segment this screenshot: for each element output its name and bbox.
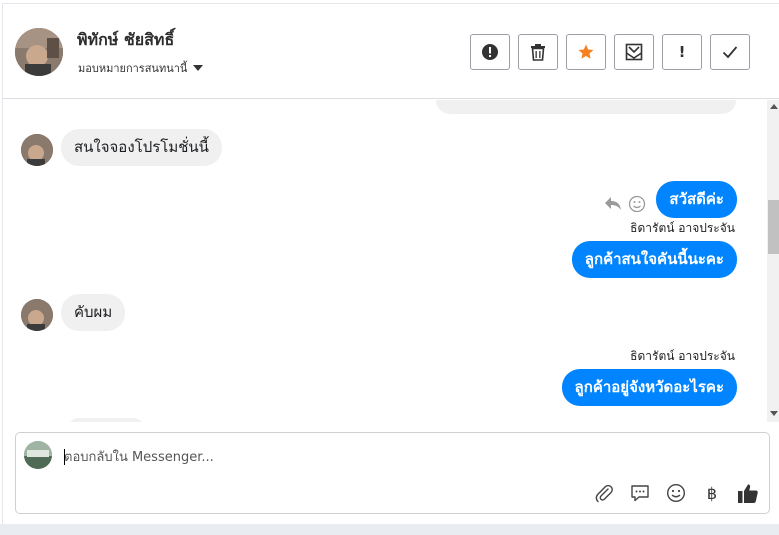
speech-bubble-icon — [631, 485, 649, 502]
alert-circle-icon — [482, 44, 498, 60]
contact-avatar-small — [21, 134, 53, 166]
conversation-header: พิทักษ์ ชัยสิทธิ์ มอบหมายการสนทนานี้ ! — [3, 4, 779, 99]
composer-toolbar: ฿ — [592, 481, 760, 505]
thumbs-up-icon — [738, 484, 758, 503]
scrollbar-thumb[interactable] — [768, 200, 779, 254]
smiley-icon — [666, 483, 686, 503]
contact-avatar[interactable] — [15, 28, 63, 76]
mark-spam-button[interactable] — [470, 34, 510, 70]
envelope-open-icon — [625, 43, 643, 61]
outgoing-message: ลูกค้าสนใจคันนี้นะคะ — [571, 241, 737, 278]
sender-name: ธิดารัตน์ อาจประจัน — [630, 349, 735, 363]
outgoing-message: ลูกค้าอยู่จังหวัดอะไรคะ — [561, 369, 737, 406]
message-scrollbar[interactable] — [767, 100, 779, 422]
reply-composer: ฿ — [15, 432, 770, 514]
delete-button[interactable] — [518, 34, 558, 70]
react-smiley-icon[interactable] — [628, 195, 646, 217]
important-button[interactable]: ! — [662, 34, 702, 70]
incoming-message: คับผม — [61, 294, 126, 331]
message-thread[interactable]: สนใจจองโปรโมชั่นนี้ สวัสดีค่ะ ธิดารัตน์ … — [3, 100, 768, 422]
scroll-down-arrow-icon[interactable] — [770, 411, 778, 416]
like-button[interactable] — [736, 481, 760, 505]
reply-input[interactable] — [64, 447, 664, 467]
star-icon — [578, 44, 594, 59]
scroll-up-arrow-icon[interactable] — [770, 104, 778, 109]
assign-label: มอบหมายการสนทนานี้ — [78, 62, 188, 75]
mark-unread-button[interactable] — [614, 34, 654, 70]
page-avatar — [24, 441, 52, 469]
sender-name: ธิดารัตน์ อาจประจัน — [630, 221, 735, 235]
done-button[interactable] — [710, 34, 750, 70]
text-cursor — [64, 449, 65, 465]
emoji-button[interactable] — [664, 481, 688, 505]
page-bottom-strip — [0, 524, 779, 535]
exclamation-icon: ! — [678, 43, 686, 61]
message-bubble-partial — [67, 418, 145, 422]
baht-icon: ฿ — [706, 483, 718, 503]
attach-button[interactable] — [592, 481, 616, 505]
trash-icon — [531, 44, 545, 61]
message-bubble-partial — [436, 100, 736, 114]
star-button[interactable] — [566, 34, 606, 70]
outgoing-message: สวัสดีค่ะ — [656, 181, 737, 218]
assign-conversation-dropdown[interactable]: มอบหมายการสนทนานี้ — [78, 59, 204, 77]
conversation-panel: พิทักษ์ ชัยสิทธิ์ มอบหมายการสนทนานี้ ! ส… — [2, 3, 779, 524]
contact-name: พิทักษ์ ชัยสิทธิ์ — [77, 30, 175, 49]
paperclip-icon — [595, 484, 613, 503]
saved-replies-button[interactable] — [628, 481, 652, 505]
check-icon — [722, 46, 738, 59]
contact-avatar-small — [21, 299, 53, 331]
reply-icon[interactable] — [604, 195, 622, 215]
payment-button[interactable]: ฿ — [700, 481, 724, 505]
incoming-message: สนใจจองโปรโมชั่นนี้ — [61, 129, 222, 166]
caret-down-icon — [193, 65, 204, 71]
conversation-actions: ! — [470, 34, 750, 70]
